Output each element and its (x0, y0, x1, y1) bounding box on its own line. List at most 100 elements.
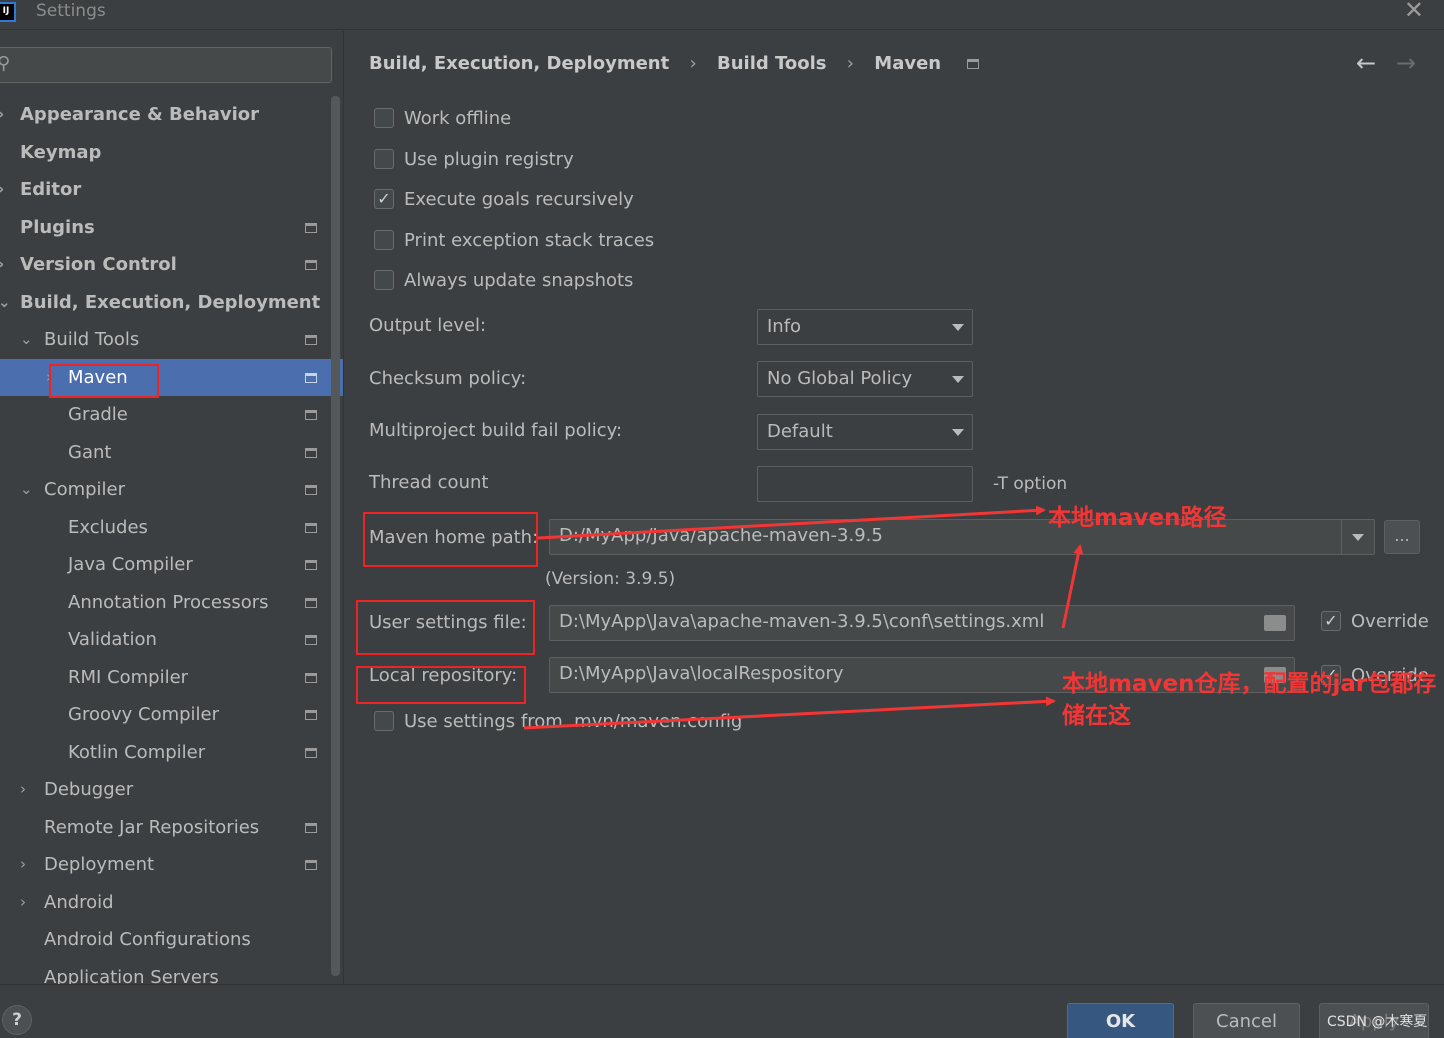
sidebar-item-label: Compiler (44, 479, 126, 500)
sidebar-item-excludes[interactable]: Excludes (0, 509, 343, 547)
sidebar-item-version-control[interactable]: › Version Control (0, 246, 343, 284)
work-offline-checkbox[interactable] (374, 108, 394, 128)
sidebar-item-label: Appearance & Behavior (20, 104, 260, 125)
execute-goals-recursively-checkbox[interactable]: ✓ (374, 189, 394, 209)
always-update-snapshots-checkbox[interactable] (374, 270, 394, 290)
checksum-policy-label: Checksum policy: (369, 368, 527, 389)
project-scope-icon (305, 410, 317, 420)
annotation-box-maven-home (363, 512, 538, 567)
project-scope-icon (967, 59, 980, 69)
project-scope-icon (305, 747, 317, 758)
thread-count-input[interactable] (757, 466, 973, 502)
sidebar-item-label: Build, Execution, Deployment (20, 291, 321, 313)
sidebar-item-label: Build Tools (44, 329, 140, 350)
chevron-right-icon[interactable]: › (20, 771, 26, 809)
dropdown-arrow-icon (952, 429, 964, 436)
project-scope-icon (305, 822, 317, 833)
chevron-right-icon[interactable]: › (0, 96, 4, 134)
use-plugin-registry-checkbox[interactable] (374, 149, 394, 169)
sidebar-item-android[interactable]: › Android (0, 884, 343, 922)
sidebar-item-gant[interactable]: Gant (0, 434, 343, 472)
close-icon[interactable]: ✕ (1404, 0, 1424, 22)
output-level-value: Info (767, 316, 802, 337)
sidebar-item-appearance-behavior[interactable]: › Appearance & Behavior (0, 96, 343, 134)
sidebar-item-label: RMI Compiler (68, 666, 189, 688)
sidebar-item-label: Android (44, 891, 114, 913)
multiproject-fail-policy-label: Multiproject build fail policy: (369, 420, 623, 441)
user-settings-file-input[interactable]: D:\MyApp\Java\apache-maven-3.9.5\conf\se… (549, 605, 1295, 641)
chevron-right-icon[interactable]: › (20, 884, 26, 922)
chevron-down-icon[interactable]: ⌄ (20, 321, 33, 359)
sidebar-item-label: Deployment (44, 854, 155, 875)
project-scope-icon (305, 447, 317, 458)
project-scope-icon (305, 710, 317, 720)
sidebar-item-java-compiler[interactable]: Java Compiler (0, 546, 343, 584)
sidebar-item-remote-jar-repositories[interactable]: Remote Jar Repositories (0, 809, 343, 847)
sidebar-item-application-servers[interactable]: Application Servers (0, 959, 343, 985)
sidebar-item-label: Gradle (68, 404, 128, 425)
sidebar-scrollbar[interactable] (331, 96, 340, 976)
chevron-right-icon[interactable]: › (0, 246, 4, 284)
sidebar-item-kotlin-compiler[interactable]: Kotlin Compiler (0, 734, 343, 772)
chevron-down-icon[interactable]: ⌄ (20, 471, 33, 509)
sidebar-item-build-execution-deployment[interactable]: ⌄ Build, Execution, Deployment (0, 284, 343, 322)
dropdown-arrow-icon (1352, 534, 1364, 541)
back-arrow-icon[interactable]: ← (1356, 49, 1376, 77)
sidebar-item-rmi-compiler[interactable]: RMI Compiler (0, 659, 343, 697)
sidebar-item-label: Kotlin Compiler (68, 741, 206, 763)
sidebar-item-label: Debugger (44, 779, 134, 800)
print-exception-stack-traces-label: Print exception stack traces (404, 230, 655, 251)
settings-search-input[interactable]: ⚲ (0, 47, 332, 83)
output-level-select[interactable]: Info (757, 309, 973, 345)
annotation-maven-path-note: 本地maven路径 (1048, 505, 1227, 531)
sidebar-item-gradle[interactable]: Gradle (0, 396, 343, 434)
chevron-down-icon[interactable]: ⌄ (0, 284, 11, 322)
chevron-right-icon[interactable]: › (20, 846, 26, 884)
execute-goals-recursively-label: Execute goals recursively (404, 189, 634, 210)
user-settings-override-checkbox[interactable]: ✓ (1321, 611, 1341, 631)
sidebar-item-label: Keymap (20, 141, 102, 163)
help-button[interactable]: ? (2, 1005, 32, 1035)
multiproject-fail-policy-select[interactable]: Default (757, 414, 973, 450)
output-level-label: Output level: (369, 315, 487, 336)
sidebar-item-label: Application Servers (44, 966, 219, 985)
annotation-box-local-repo (356, 666, 526, 704)
work-offline-label: Work offline (404, 108, 512, 129)
chevron-right-icon[interactable]: › (0, 171, 4, 209)
project-scope-icon (305, 860, 317, 870)
sidebar-item-deployment[interactable]: › Deployment (0, 846, 343, 884)
breadcrumb: Build, Execution, Deployment › Build Too… (369, 53, 980, 74)
dropdown-arrow-icon (952, 324, 964, 331)
ok-button[interactable]: OK (1067, 1003, 1174, 1038)
sidebar-item-plugins[interactable]: Plugins (0, 209, 343, 247)
checksum-policy-select[interactable]: No Global Policy (757, 361, 973, 397)
sidebar-item-label: Excludes (68, 516, 148, 538)
sidebar-item-label: Version Control (20, 254, 177, 275)
project-scope-icon (305, 222, 317, 233)
settings-tree: › Appearance & Behavior Keymap › Editor Plugi… (0, 96, 343, 984)
sidebar-item-validation[interactable]: Validation (0, 621, 343, 659)
cancel-button[interactable]: Cancel (1193, 1003, 1300, 1038)
browse-maven-home-button[interactable]: ... (1384, 520, 1420, 554)
sidebar-item-groovy-compiler[interactable]: Groovy Compiler (0, 696, 343, 734)
sidebar-item-debugger[interactable]: › Debugger (0, 771, 343, 809)
use-mvn-config-checkbox[interactable] (374, 711, 394, 731)
sidebar-item-annotation-processors[interactable]: Annotation Processors (0, 584, 343, 622)
forward-arrow-icon[interactable]: → (1396, 49, 1416, 77)
thread-count-label: Thread count (369, 472, 489, 493)
sidebar-item-keymap[interactable]: Keymap (0, 134, 343, 172)
use-mvn-config-label: Use settings from .mvn/maven.config (404, 711, 743, 732)
maven-home-dropdown-button[interactable] (1341, 520, 1374, 554)
project-scope-icon (305, 560, 317, 570)
annotation-repo-note-line2: 储在这 (1062, 703, 1131, 729)
project-scope-icon (305, 260, 317, 270)
print-exception-stack-traces-checkbox[interactable] (374, 230, 394, 250)
maven-home-path-input[interactable]: D:/MyApp/Java/apache-maven-3.9.5 (549, 519, 1375, 555)
folder-icon[interactable] (1264, 615, 1286, 631)
breadcrumb-item: Build, Execution, Deployment (369, 53, 670, 74)
sidebar-item-android-configurations[interactable]: Android Configurations (0, 921, 343, 959)
sidebar-item-editor[interactable]: › Editor (0, 171, 343, 209)
sidebar-item-build-tools[interactable]: ⌄ Build Tools (0, 321, 343, 359)
project-scope-icon (305, 672, 317, 683)
sidebar-item-compiler[interactable]: ⌄ Compiler (0, 471, 343, 509)
